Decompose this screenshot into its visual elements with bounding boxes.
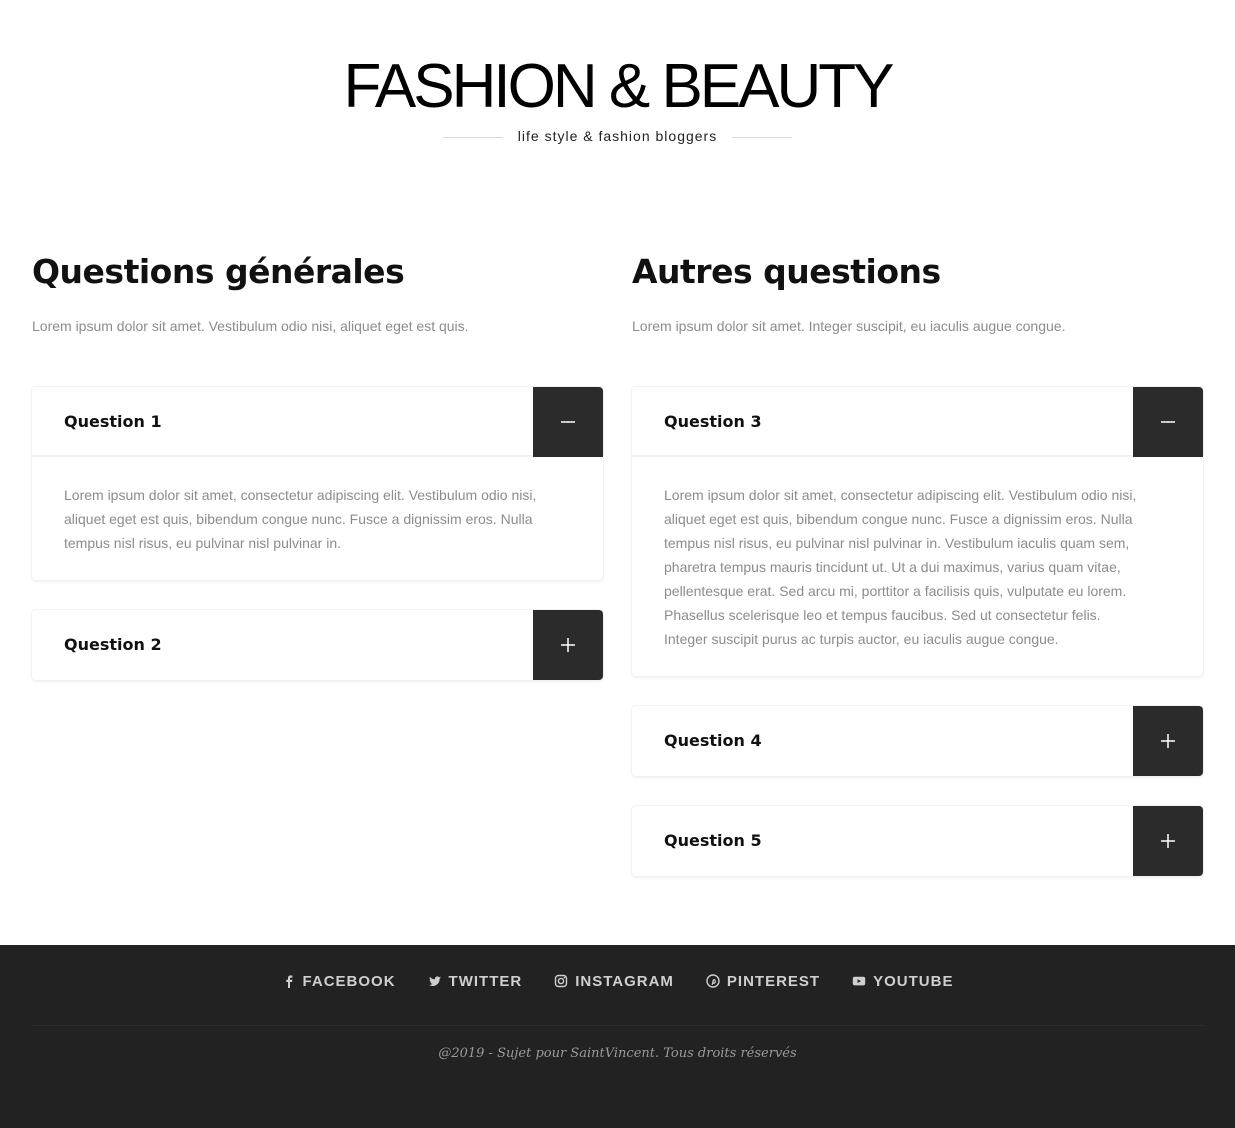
social-label: PINTEREST <box>726 973 821 990</box>
site-tagline: life style & fashion bloggers <box>517 128 718 144</box>
faq-item-question-4: Question 4 <box>632 706 1203 776</box>
faq-question[interactable]: Question 5 <box>664 806 762 876</box>
column-intro: Lorem ipsum dolor sit amet. Integer susc… <box>632 318 1066 334</box>
youtube-icon <box>852 976 866 986</box>
faq-question[interactable]: Question 4 <box>664 706 762 776</box>
site-footer: FACEBOOK TWITTER INSTAGRAM PINTEREST YOU… <box>0 945 1235 1128</box>
social-link-youtube[interactable]: YOUTUBE <box>852 973 953 990</box>
faq-header[interactable]: Question 1 <box>32 387 603 457</box>
site-title[interactable]: FASHION & BEAUTY <box>0 52 1235 122</box>
faq-column-general: Questions générales Lorem ipsum dolor si… <box>32 250 603 680</box>
faq-list: Question 3 Lorem ipsum dolor sit amet, c… <box>632 387 1203 906</box>
faq-item-question-5: Question 5 <box>632 806 1203 876</box>
social-label: FACEBOOK <box>302 973 396 990</box>
tagline-row: life style & fashion bloggers <box>0 126 1235 146</box>
site-header: FASHION & BEAUTY life style & fashion bl… <box>0 0 1235 180</box>
social-label: YOUTUBE <box>873 973 954 990</box>
column-intro: Lorem ipsum dolor sit amet. Vestibulum o… <box>32 318 469 334</box>
expand-button[interactable] <box>1133 806 1203 876</box>
faq-answer: Lorem ipsum dolor sit amet, consectetur … <box>64 487 537 551</box>
expand-button[interactable] <box>1133 706 1203 776</box>
column-title: Autres questions <box>632 252 941 291</box>
column-title: Questions générales <box>32 252 405 291</box>
faq-header[interactable]: Question 2 <box>32 610 603 680</box>
tagline-divider-right <box>732 137 792 138</box>
twitter-icon <box>428 976 441 986</box>
facebook-icon <box>285 975 292 988</box>
social-link-instagram[interactable]: INSTAGRAM <box>554 973 674 990</box>
faq-answer: Lorem ipsum dolor sit amet, consectetur … <box>664 487 1137 647</box>
social-label: TWITTER <box>448 973 523 990</box>
expand-button[interactable] <box>533 610 603 680</box>
plus-icon <box>1161 834 1175 848</box>
copyright-text: @2019 - Sujet pour SaintVincent. Tous dr… <box>438 1046 797 1061</box>
faq-question[interactable]: Question 3 <box>664 387 762 457</box>
minus-icon <box>561 421 575 423</box>
social-links: FACEBOOK TWITTER INSTAGRAM PINTEREST YOU… <box>0 973 1235 990</box>
plus-icon <box>561 638 575 652</box>
faq-header[interactable]: Question 3 <box>632 387 1203 457</box>
social-link-facebook[interactable]: FACEBOOK <box>282 973 396 990</box>
social-link-twitter[interactable]: TWITTER <box>428 973 523 990</box>
plus-icon <box>1161 734 1175 748</box>
instagram-icon <box>555 974 568 988</box>
faq-item-question-2: Question 2 <box>32 610 603 680</box>
collapse-button[interactable] <box>533 387 603 457</box>
pinterest-icon <box>706 974 720 988</box>
footer-divider <box>32 1025 1203 1026</box>
faq-column-other: Autres questions Lorem ipsum dolor sit a… <box>632 250 1203 876</box>
faq-header[interactable]: Question 4 <box>632 706 1203 776</box>
faq-question[interactable]: Question 2 <box>64 610 162 680</box>
faq-item-question-3: Question 3 Lorem ipsum dolor sit amet, c… <box>632 387 1203 676</box>
faq-item-question-1: Question 1 Lorem ipsum dolor sit amet, c… <box>32 387 603 580</box>
social-link-pinterest[interactable]: PINTEREST <box>706 973 820 990</box>
social-label: INSTAGRAM <box>575 973 674 990</box>
collapse-button[interactable] <box>1133 387 1203 457</box>
faq-header[interactable]: Question 5 <box>632 806 1203 876</box>
faq-list: Question 1 Lorem ipsum dolor sit amet, c… <box>32 387 603 710</box>
minus-icon <box>1161 421 1175 423</box>
faq-question[interactable]: Question 1 <box>64 387 162 457</box>
